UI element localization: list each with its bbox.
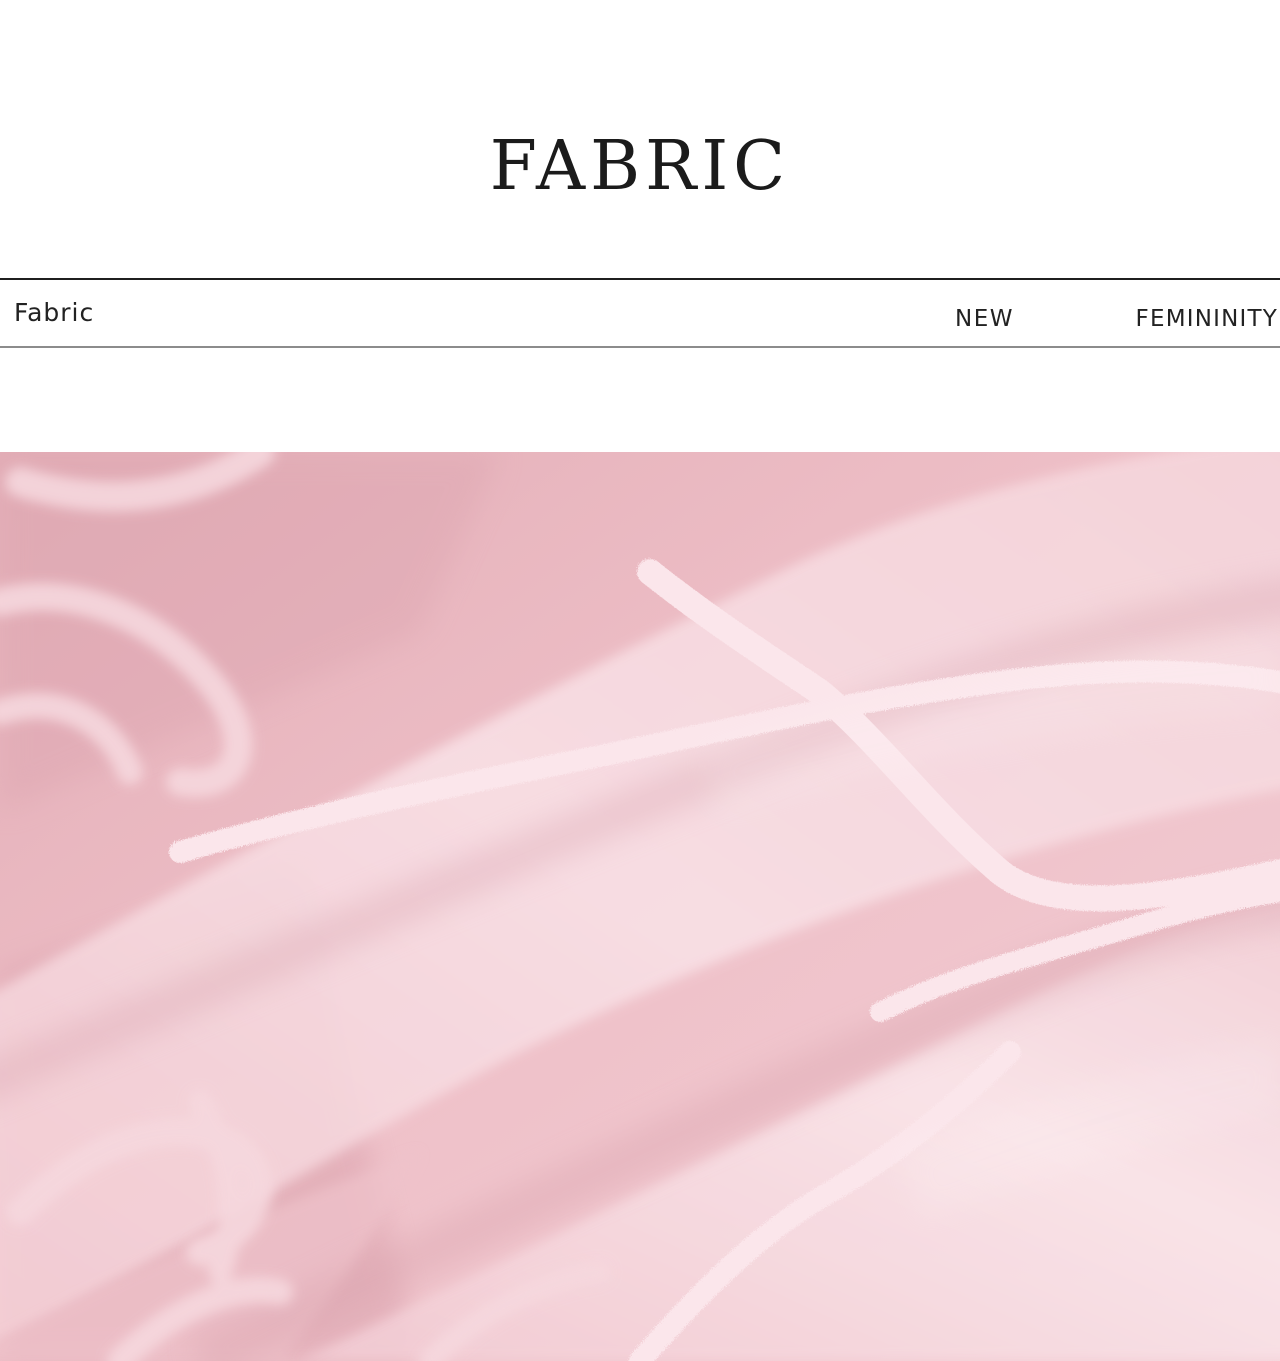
tag-femininity: FEMININITY xyxy=(1135,306,1278,332)
section-label: Fabric xyxy=(14,298,95,327)
fabric-photo-illustration xyxy=(0,452,1280,1361)
page-title: FABRIC xyxy=(489,127,791,206)
fabric-photo xyxy=(0,452,1280,1361)
section-band: Fabric NEW FEMININITY xyxy=(0,278,1280,348)
tag-new: NEW xyxy=(955,306,1014,332)
